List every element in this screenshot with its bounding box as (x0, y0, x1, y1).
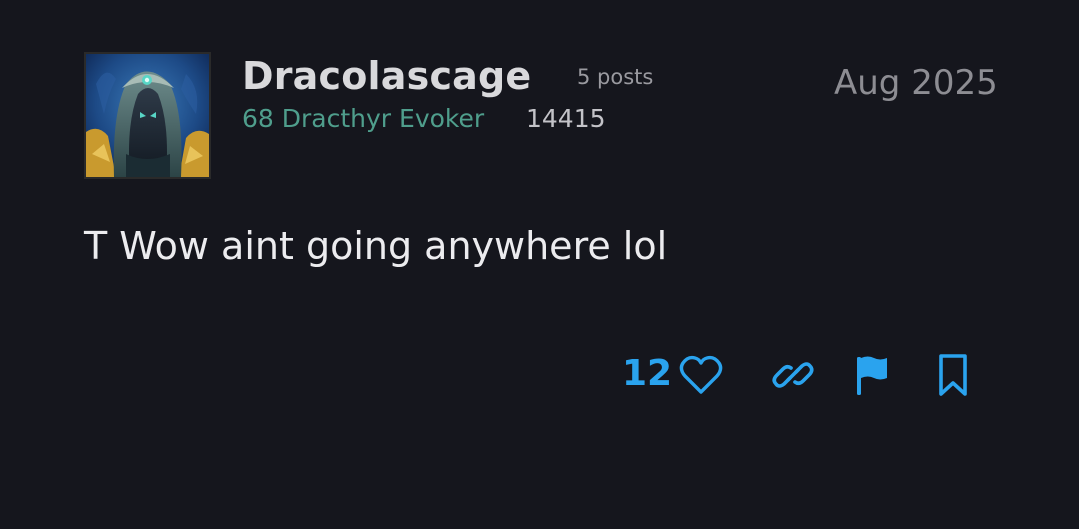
forum-post: Dracolascage 5 posts Aug 2025 68 Dracthy… (0, 0, 1079, 529)
avatar[interactable] (84, 52, 211, 179)
share-link-button[interactable] (770, 352, 816, 398)
like-count[interactable]: 12 (622, 350, 672, 398)
flag-button[interactable] (849, 352, 895, 398)
post-body: T Wow aint going anywhere lol (84, 224, 668, 268)
bookmark-icon (939, 354, 967, 396)
avatar-image (86, 54, 209, 177)
flag-icon (857, 356, 887, 395)
heart-icon (679, 355, 723, 394)
character-info: 68 Dracthyr Evoker (242, 104, 485, 133)
character-rating: 14415 (526, 104, 606, 133)
link-icon (772, 362, 814, 388)
post-date[interactable]: Aug 2025 (834, 62, 998, 104)
username-link[interactable]: Dracolascage (242, 52, 531, 100)
post-count: 5 posts (577, 65, 654, 89)
bookmark-button[interactable] (930, 352, 976, 398)
like-button[interactable] (678, 352, 724, 398)
